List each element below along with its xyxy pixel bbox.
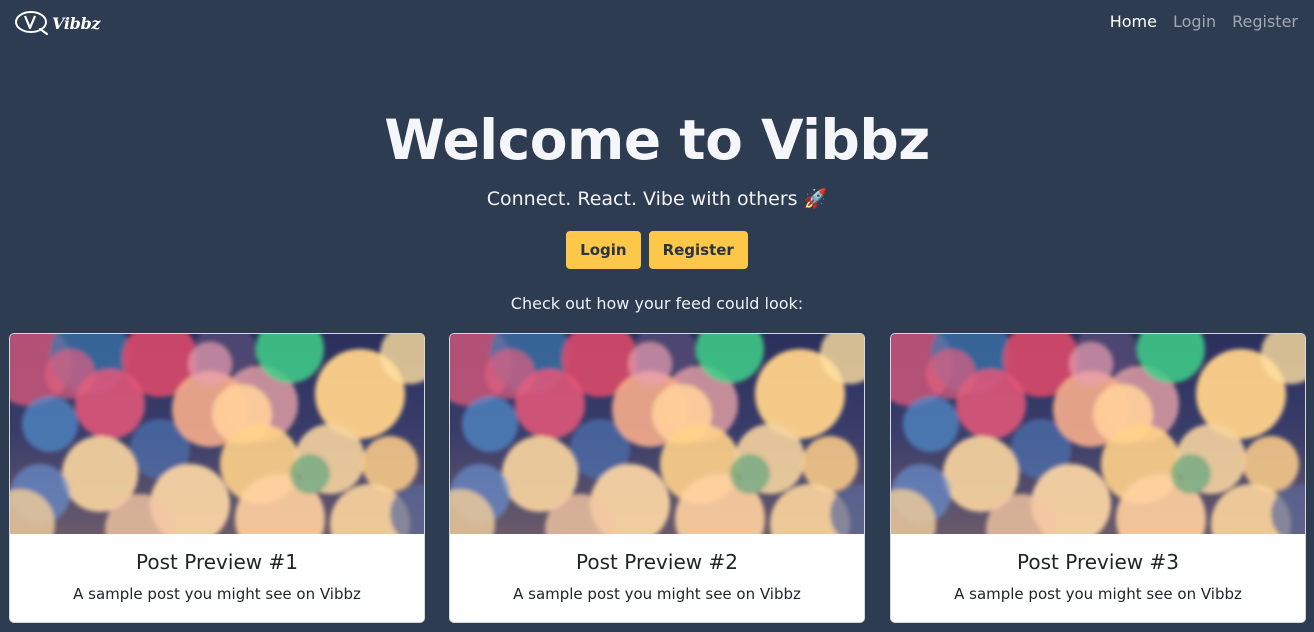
hero-subtitle: Connect. React. Vibe with others 🚀: [486, 188, 828, 210]
logo-icon: [15, 11, 48, 35]
nav-link-register[interactable]: Register: [1232, 12, 1298, 31]
feed-caption: Check out how your feed could look:: [510, 294, 804, 313]
post-image: [10, 334, 424, 534]
hero-buttons: Login Register: [0, 231, 1314, 269]
hero-title: Welcome to Vibbz: [384, 108, 930, 172]
post-title: Post Preview #1: [136, 550, 298, 574]
post-preview-card[interactable]: Post Preview #2 A sample post you might …: [449, 333, 865, 623]
post-text: A sample post you might see on Vibbz: [73, 585, 361, 603]
nav-link-login[interactable]: Login: [1173, 12, 1216, 31]
login-button[interactable]: Login: [566, 231, 641, 269]
navbar: Vibbz Home Login Register: [0, 0, 1314, 46]
post-preview-list: Post Preview #1 A sample post you might …: [9, 333, 1306, 623]
post-preview-card[interactable]: Post Preview #1 A sample post you might …: [9, 333, 425, 623]
brand-logo[interactable]: Vibbz: [14, 10, 100, 36]
register-button[interactable]: Register: [648, 231, 748, 269]
nav-link-home[interactable]: Home: [1110, 12, 1157, 31]
nav-links: Home Login Register: [1110, 12, 1298, 31]
post-text: A sample post you might see on Vibbz: [954, 585, 1242, 603]
post-image: [450, 334, 864, 534]
post-preview-card[interactable]: Post Preview #3 A sample post you might …: [890, 333, 1306, 623]
post-image: [891, 334, 1305, 534]
post-title: Post Preview #3: [1017, 550, 1179, 574]
brand-name: Vibbz: [52, 13, 101, 33]
post-title: Post Preview #2: [576, 550, 738, 574]
post-text: A sample post you might see on Vibbz: [513, 585, 801, 603]
